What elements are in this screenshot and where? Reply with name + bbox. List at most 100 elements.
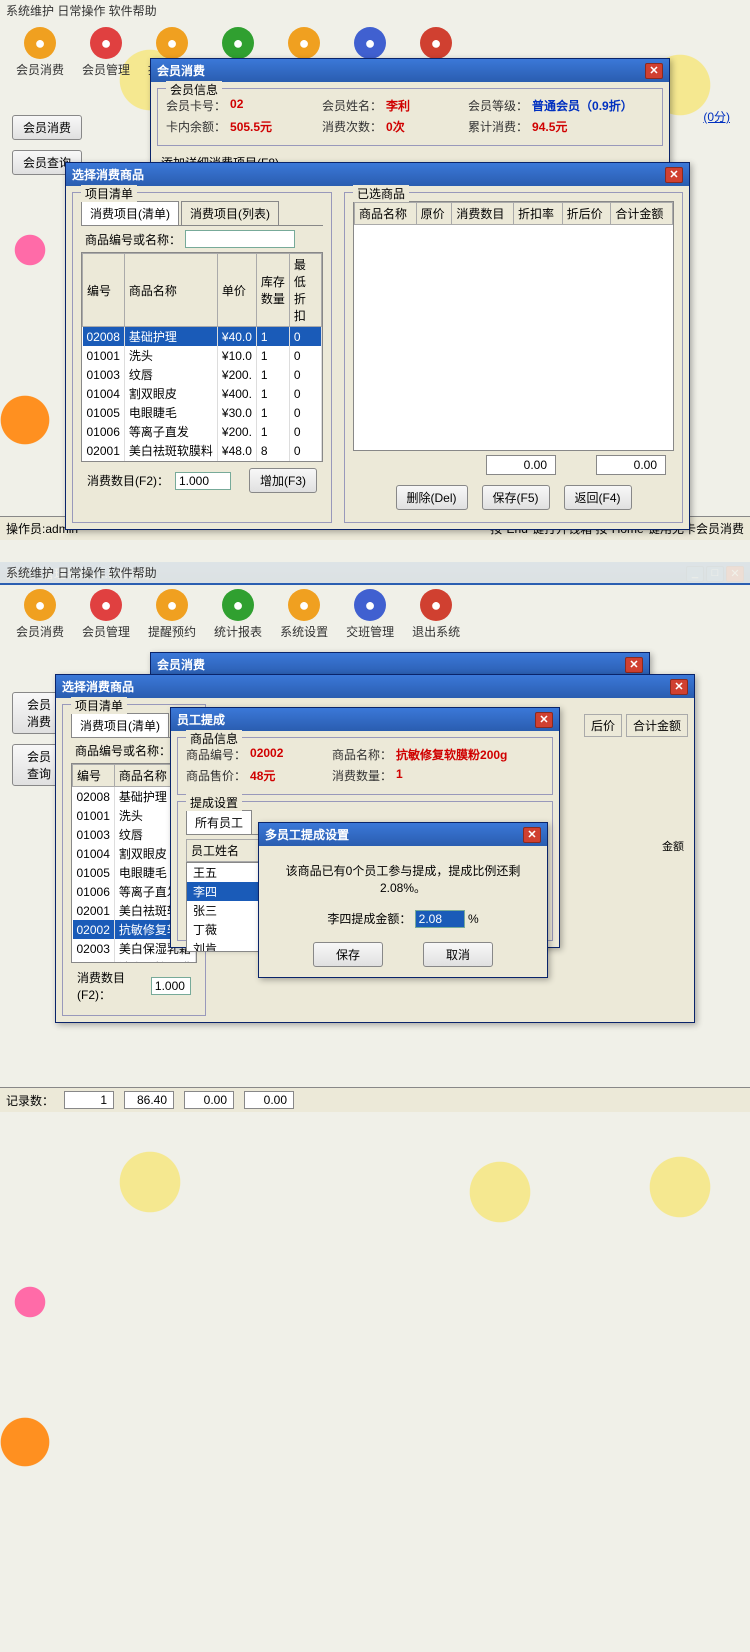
- record-count: 1: [64, 1091, 114, 1109]
- toolbar-icon: ●: [288, 589, 320, 621]
- code-label: 商品编号：: [186, 746, 246, 763]
- close-icon[interactable]: ✕: [670, 679, 688, 695]
- card-no-label: 会员卡号：: [166, 97, 226, 114]
- cancel-button[interactable]: 取消: [423, 942, 493, 967]
- close-icon[interactable]: ✕: [535, 712, 553, 728]
- toolbar-icon: ●: [420, 589, 452, 621]
- back-button[interactable]: 返回(F4): [564, 485, 632, 510]
- list-item[interactable]: 丁薇: [187, 920, 263, 939]
- level-value: 普通会员（0.9折）: [532, 97, 633, 114]
- member-consume-window: 会员消费 ✕ 会员信息 会员卡号：02 会员姓名：李利 会员等级：普通会员（0.…: [150, 58, 670, 178]
- toolbar-icon: ●: [222, 589, 254, 621]
- list-item[interactable]: 王五: [187, 863, 263, 882]
- col-header: 商品名称: [124, 254, 217, 327]
- toolbar-会员消费[interactable]: ● 会员消费: [16, 27, 64, 78]
- toolbar-统计报表[interactable]: ●统计报表: [214, 589, 262, 640]
- toolbar-icon: ●: [354, 27, 386, 59]
- record-v3: 0.00: [244, 1091, 294, 1109]
- toolbar-会员消费[interactable]: ●会员消费: [16, 589, 64, 640]
- balance-label: 卡内余额：: [166, 118, 226, 135]
- level-label: 会员等级：: [468, 97, 528, 114]
- save-button[interactable]: 保存: [313, 942, 383, 967]
- points-link[interactable]: (0分): [703, 108, 730, 125]
- toolbar-系统设置[interactable]: ● 系统设置: [280, 589, 328, 640]
- toolbar-label: 交班管理: [346, 623, 394, 640]
- record-count-label: 记录数：: [6, 1092, 54, 1109]
- dialog-title: 多员工提成设置: [265, 826, 349, 843]
- commission-setting-legend: 提成设置: [186, 794, 242, 811]
- table-row[interactable]: 02008基础护理¥40.010: [83, 327, 322, 347]
- table-row[interactable]: 01006等离子直发¥200.10: [83, 422, 322, 441]
- col-header: 折后价: [562, 203, 611, 225]
- goods-table[interactable]: 编号商品名称单价库存数量最低折扣02008基础护理¥40.01001001洗头¥…: [82, 253, 322, 462]
- menubar[interactable]: 系统维护 日常操作 软件帮助: [0, 562, 750, 583]
- goods-name-value: 抗敏修复软膜粉200g: [396, 746, 507, 763]
- toolbar-label: 会员管理: [82, 61, 130, 78]
- member-consume-button[interactable]: 会员消费: [12, 115, 82, 140]
- col-header: 合计金额: [611, 203, 673, 225]
- search-input[interactable]: [185, 230, 295, 248]
- item-list-legend: 项目清单: [81, 185, 137, 202]
- toolbar-label: 提醒预约: [148, 623, 196, 640]
- table-row[interactable]: 01004割双眼皮¥400.10: [83, 384, 322, 403]
- search-label: 商品编号或名称：: [85, 231, 181, 248]
- price-value: 48元: [250, 767, 275, 784]
- toolbar-label: 系统设置: [280, 623, 328, 640]
- tab-table[interactable]: 消费项目(列表): [181, 201, 279, 225]
- goods-info-legend: 商品信息: [186, 730, 242, 747]
- select-goods-window: 选择消费商品 ✕ 项目清单 消费项目(清单) 消费项目(列表) 商品编号或名称：…: [65, 162, 690, 530]
- amount-col: 金额: [662, 838, 684, 854]
- toolbar-label: 会员消费: [16, 61, 64, 78]
- toolbar-icon: ●: [156, 27, 188, 59]
- toolbar-退出系统[interactable]: ● 退出系统: [412, 589, 460, 640]
- close-icon[interactable]: ✕: [523, 827, 541, 843]
- record-bar: 记录数： 1 86.40 0.00 0.00: [0, 1087, 750, 1112]
- close-icon[interactable]: ✕: [665, 167, 683, 183]
- toolbar-icon: ●: [24, 27, 56, 59]
- consume-qty-label: 消费数量：: [332, 767, 392, 784]
- list-item[interactable]: 李四: [187, 882, 263, 901]
- balance-value: 505.5元: [230, 118, 272, 135]
- price-label: 商品售价：: [186, 767, 246, 784]
- tab-list[interactable]: 消费项目(清单): [81, 201, 179, 225]
- search-label: 商品编号或名称：: [75, 742, 171, 759]
- qty-label: 消费数目(F2)：: [77, 969, 145, 1003]
- col-header: 消费数目: [452, 203, 514, 225]
- toolbar-label: 会员消费: [16, 623, 64, 640]
- toolbar-提醒预约[interactable]: ●提醒预约: [148, 589, 196, 640]
- col-header: 单价: [217, 254, 256, 327]
- qty-input[interactable]: [175, 472, 231, 490]
- goods-name-label: 商品名称：: [332, 746, 392, 763]
- close-icon[interactable]: ✕: [645, 63, 663, 79]
- selected-table[interactable]: 商品名称原价消费数目折扣率折后价合计金额: [354, 202, 673, 225]
- col-header: 原价: [416, 203, 452, 225]
- table-row[interactable]: 01003纹唇¥200.10: [83, 365, 322, 384]
- record-v2: 0.00: [184, 1091, 234, 1109]
- delete-button[interactable]: 删除(Del): [396, 485, 468, 510]
- commission-amount-input[interactable]: [415, 910, 465, 928]
- close-icon[interactable]: ✕: [625, 657, 643, 673]
- col-total: 合计金额: [626, 714, 688, 737]
- col-header: 编号: [73, 765, 115, 787]
- save-button[interactable]: 保存(F5): [482, 485, 550, 510]
- toolbar-交班管理[interactable]: ● 交班管理: [346, 589, 394, 640]
- table-row[interactable]: 01001洗头¥10.010: [83, 346, 322, 365]
- tab-all-employees[interactable]: 所有员工: [186, 810, 252, 834]
- toolbar-label: 退出系统: [412, 623, 460, 640]
- list-item[interactable]: 张三: [187, 901, 263, 920]
- menubar[interactable]: 系统维护 日常操作 软件帮助: [0, 0, 750, 21]
- list-item[interactable]: 刘肯: [187, 939, 263, 952]
- table-row[interactable]: 01005电眼睫毛¥30.010: [83, 403, 322, 422]
- multi-commission-dialog: 多员工提成设置 ✕ 该商品已有0个员工参与提成，提成比例还剩2.08%。 李四提…: [258, 822, 548, 978]
- employee-list[interactable]: 王五李四张三丁薇刘肯: [186, 862, 264, 952]
- window-title: 员工提成: [177, 711, 225, 728]
- tab-list[interactable]: 消费项目(清单): [71, 713, 169, 737]
- times-value: 0次: [386, 118, 405, 135]
- toolbar-会员管理[interactable]: ●会员管理: [82, 27, 130, 78]
- add-button[interactable]: 增加(F3): [249, 468, 317, 493]
- toolbar-会员管理[interactable]: ●会员管理: [82, 589, 130, 640]
- total-amount: 0.00: [596, 455, 666, 475]
- table-row[interactable]: 02001美白祛斑软膜料¥48.080: [83, 441, 322, 460]
- qty-input[interactable]: [151, 977, 191, 995]
- toolbar-icon: ●: [354, 589, 386, 621]
